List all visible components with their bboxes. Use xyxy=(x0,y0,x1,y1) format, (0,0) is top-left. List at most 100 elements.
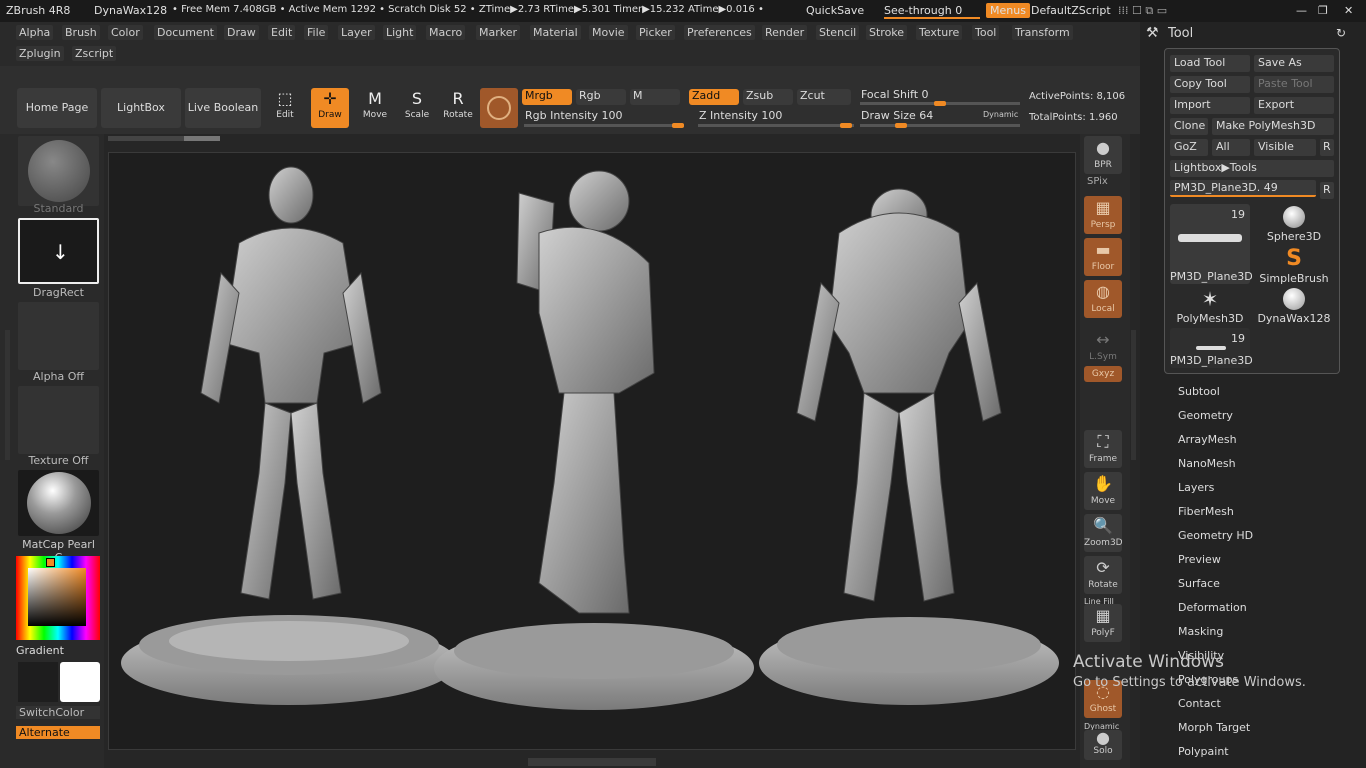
menu-document[interactable]: Document xyxy=(154,25,217,40)
tool-thumb-pm3d-plane-2[interactable]: 19 PM3D_Plane3D xyxy=(1170,328,1253,368)
paste-tool-button[interactable]: Paste Tool xyxy=(1254,76,1334,93)
section-fibermesh[interactable]: FiberMesh xyxy=(1178,505,1234,518)
left-tray-handle[interactable] xyxy=(5,330,10,460)
bpr-button[interactable]: ● BPR xyxy=(1084,136,1122,174)
menu-preferences[interactable]: Preferences xyxy=(684,25,755,40)
menu-file[interactable]: File xyxy=(304,25,329,40)
restore-icon[interactable]: ❐ xyxy=(1318,4,1328,17)
mrgb-button[interactable]: Mrgb xyxy=(522,89,572,105)
lsym-button[interactable]: ↔ L.Sym xyxy=(1084,328,1122,366)
zsub-button[interactable]: Zsub xyxy=(743,89,793,105)
menu-draw[interactable]: Draw xyxy=(224,25,259,40)
menu-brush[interactable]: Brush xyxy=(62,25,100,40)
refresh-icon[interactable]: ↻ xyxy=(1336,26,1346,40)
m-button[interactable]: M xyxy=(630,89,680,105)
see-through-slider[interactable]: See-through 0 xyxy=(884,4,980,19)
draw-size-slider[interactable]: Draw Size 64 xyxy=(861,109,933,122)
menu-marker[interactable]: Marker xyxy=(476,25,521,40)
save-as-button[interactable]: Save As xyxy=(1254,55,1334,72)
move-view-button[interactable]: ✋ Move xyxy=(1084,472,1122,510)
tool-thumb-pm3d-plane[interactable]: 19 PM3D_Plane3D xyxy=(1170,204,1253,284)
menu-macro[interactable]: Macro xyxy=(426,25,466,40)
menu-zscript[interactable]: Zscript xyxy=(72,46,117,61)
section-geometry-hd[interactable]: Geometry HD xyxy=(1178,529,1253,542)
spix-slider[interactable]: SPix xyxy=(1087,176,1108,187)
tool-r-button[interactable]: R xyxy=(1320,182,1334,199)
rotate-mode-button[interactable]: R Rotate xyxy=(439,88,477,128)
tool-thumb-dynawax128[interactable]: DynaWax128 xyxy=(1254,286,1334,326)
current-tool-slider[interactable]: PM3D_Plane3D. 49 xyxy=(1170,180,1316,197)
section-morph-target[interactable]: Morph Target xyxy=(1178,721,1250,734)
lightbox-button[interactable]: LightBox xyxy=(101,88,181,128)
brush-preview-icon[interactable] xyxy=(480,88,518,128)
xyz-button[interactable]: Gxyz xyxy=(1084,366,1122,382)
bottom-tray-handle[interactable] xyxy=(528,758,656,766)
menu-movie[interactable]: Movie xyxy=(589,25,628,40)
section-subtool[interactable]: Subtool xyxy=(1178,385,1220,398)
z-intensity-slider[interactable]: Z Intensity 100 xyxy=(699,109,782,122)
primary-color-swatch[interactable] xyxy=(60,662,100,702)
goz-all-button[interactable]: All xyxy=(1212,139,1250,156)
menu-light[interactable]: Light xyxy=(383,25,417,40)
section-nanomesh[interactable]: NanoMesh xyxy=(1178,457,1236,470)
floor-button[interactable]: ▬ Floor xyxy=(1084,238,1122,276)
zadd-button[interactable]: Zadd xyxy=(689,89,739,105)
default-zscript-button[interactable]: DefaultZScript xyxy=(1031,4,1111,17)
live-boolean-button[interactable]: Live Boolean xyxy=(185,88,261,128)
tool-palette-title[interactable]: Tool xyxy=(1168,26,1193,41)
make-polymesh-button[interactable]: Make PolyMesh3D xyxy=(1212,118,1334,135)
menu-edit[interactable]: Edit xyxy=(268,25,296,40)
copy-tool-button[interactable]: Copy Tool xyxy=(1170,76,1250,93)
polyf-button[interactable]: ▦ PolyF xyxy=(1084,604,1122,642)
rotate-view-button[interactable]: ⟳ Rotate xyxy=(1084,556,1122,594)
texture-selector[interactable] xyxy=(18,386,99,454)
zcut-button[interactable]: Zcut xyxy=(797,89,851,105)
solo-button[interactable]: ● Solo xyxy=(1084,730,1122,760)
alternate-button[interactable]: Alternate xyxy=(16,726,100,739)
edit-mode-button[interactable]: ⬚ Edit xyxy=(266,88,304,128)
rgb-intensity-slider[interactable]: Rgb Intensity 100 xyxy=(525,109,622,122)
menu-stroke[interactable]: Stroke xyxy=(866,25,908,40)
layout-icon[interactable]: ⁞⁞⁞ ☐ ⧉ ▭ xyxy=(1118,4,1167,18)
switch-color-button[interactable]: SwitchColor xyxy=(16,706,100,719)
section-preview[interactable]: Preview xyxy=(1178,553,1221,566)
dynamic-toggle[interactable]: Dynamic xyxy=(983,110,1018,119)
menus-toggle[interactable]: Menus xyxy=(986,3,1030,18)
menu-picker[interactable]: Picker xyxy=(636,25,675,40)
menu-transform[interactable]: Transform xyxy=(1012,25,1073,40)
scale-mode-button[interactable]: S Scale xyxy=(398,88,436,128)
secondary-color-swatch[interactable] xyxy=(18,662,58,702)
minimize-icon[interactable]: — xyxy=(1296,4,1307,17)
menu-color[interactable]: Color xyxy=(108,25,143,40)
brush-selector[interactable] xyxy=(18,136,99,206)
move-mode-button[interactable]: M Move xyxy=(356,88,394,128)
menu-layer[interactable]: Layer xyxy=(338,25,375,40)
tool-thumb-sphere3d[interactable]: Sphere3D xyxy=(1254,204,1334,244)
color-picker[interactable] xyxy=(16,556,100,640)
close-icon[interactable]: ✕ xyxy=(1344,4,1353,17)
section-arraymesh[interactable]: ArrayMesh xyxy=(1178,433,1237,446)
menu-material[interactable]: Material xyxy=(530,25,581,40)
clone-button[interactable]: Clone xyxy=(1170,118,1208,135)
goz-button[interactable]: GoZ xyxy=(1170,139,1208,156)
gradient-label[interactable]: Gradient xyxy=(16,644,97,657)
tool-thumb-simplebrush[interactable]: S SimpleBrush xyxy=(1254,246,1334,286)
quicksave-button[interactable]: QuickSave xyxy=(806,4,864,17)
section-geometry[interactable]: Geometry xyxy=(1178,409,1233,422)
stroke-selector[interactable]: ↓ xyxy=(18,218,99,284)
menu-alpha[interactable]: Alpha xyxy=(16,25,54,40)
zoom3d-button[interactable]: 🔍 Zoom3D xyxy=(1084,514,1123,552)
draw-mode-button[interactable]: ✛ Draw xyxy=(311,88,349,128)
tool-thumb-polymesh3d[interactable]: ✶ PolyMesh3D xyxy=(1170,286,1250,326)
section-contact[interactable]: Contact xyxy=(1178,697,1221,710)
section-surface[interactable]: Surface xyxy=(1178,577,1220,590)
focal-shift-slider[interactable]: Focal Shift 0 xyxy=(861,88,929,101)
import-button[interactable]: Import xyxy=(1170,97,1250,114)
lightbox-tools-button[interactable]: Lightbox▶Tools xyxy=(1170,160,1334,177)
menu-texture[interactable]: Texture xyxy=(916,25,963,40)
section-deformation[interactable]: Deformation xyxy=(1178,601,1247,614)
home-page-button[interactable]: Home Page xyxy=(17,88,97,128)
material-selector[interactable] xyxy=(18,470,99,536)
section-masking[interactable]: Masking xyxy=(1178,625,1223,638)
menu-zplugin[interactable]: Zplugin xyxy=(16,46,64,61)
